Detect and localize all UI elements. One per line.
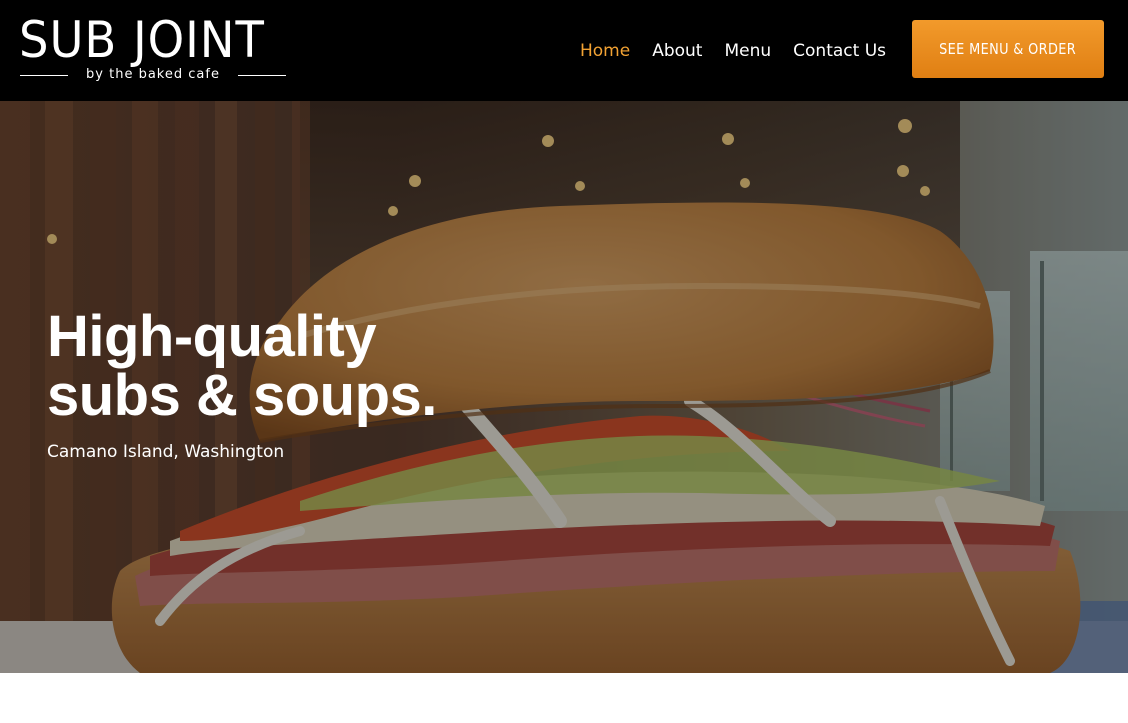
nav-item-about[interactable]: About bbox=[652, 38, 702, 64]
nav-item-menu[interactable]: Menu bbox=[724, 38, 771, 64]
hero-title-line-2: subs & soups. bbox=[47, 363, 437, 428]
logo-tagline-row: by the baked cafe bbox=[20, 68, 286, 82]
main-nav: Home About Menu Contact Us bbox=[580, 38, 886, 64]
site-header: SUB JOINT by the baked cafe Home About M… bbox=[0, 0, 1128, 101]
see-menu-order-button[interactable]: SEE MENU & ORDER bbox=[912, 20, 1104, 78]
hero-section: High-quality subs & soups. Camano Island… bbox=[0, 101, 1128, 673]
nav-item-contact-us[interactable]: Contact Us bbox=[793, 38, 886, 64]
hero-location: Camano Island, Washington bbox=[47, 442, 285, 462]
logo[interactable]: SUB JOINT by the baked cafe bbox=[19, 11, 288, 86]
logo-title: SUB JOINT bbox=[19, 11, 265, 69]
nav-item-home[interactable]: Home bbox=[580, 38, 630, 64]
page-content-area bbox=[0, 673, 1128, 723]
hero-title-line-1: High-quality bbox=[47, 304, 377, 369]
logo-divider-right bbox=[238, 75, 286, 76]
see-menu-order-label: SEE MENU & ORDER bbox=[939, 40, 1077, 58]
hero-title: High-quality subs & soups. bbox=[47, 307, 437, 425]
